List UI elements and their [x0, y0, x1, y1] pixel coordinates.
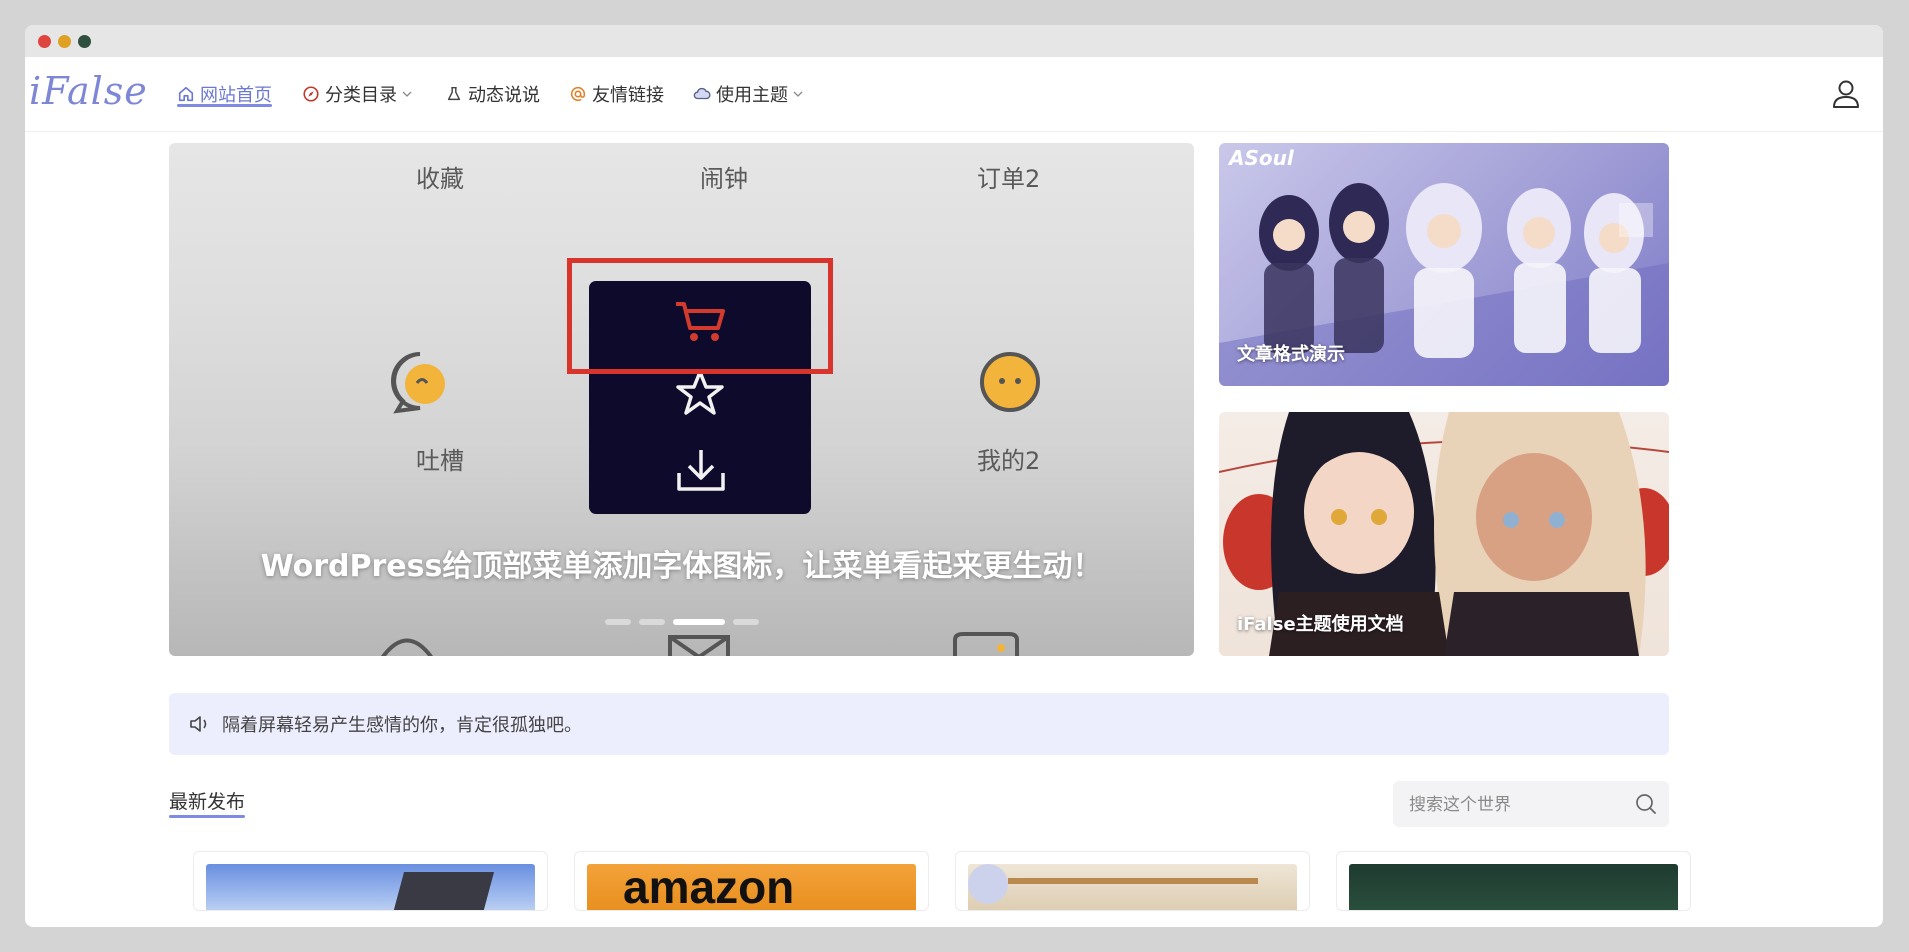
window-titlebar — [25, 25, 1883, 57]
side-card-caption: 文章格式演示 — [1237, 344, 1345, 365]
nav-item-label: 分类目录 — [325, 85, 397, 106]
post-thumbnail: amazon — [587, 864, 916, 911]
site-logo[interactable]: iFalse — [29, 69, 148, 113]
cloud-icon — [693, 87, 711, 100]
slide-label: 我的2 — [977, 447, 1041, 475]
user-icon[interactable] — [1831, 78, 1861, 110]
notice-bar: 隔着屏幕轻易产生感情的你，肯定很孤独吧。 — [169, 693, 1669, 755]
zoom-window-button[interactable] — [78, 35, 91, 48]
slide-title[interactable]: WordPress给顶部菜单添加字体图标，让菜单看起来更生动！ — [169, 541, 1194, 585]
slide-label: 订单2 — [977, 165, 1041, 193]
nav-item-label: 友情链接 — [592, 85, 664, 106]
slide-label: 收藏 — [416, 165, 464, 193]
featured-carousel[interactable]: 收藏 闹钟 订单2 吐槽 目录 我的2 WordPress给顶部菜单添加字体图标… — [169, 143, 1194, 656]
section-underline — [169, 815, 245, 818]
carousel-dot[interactable] — [732, 619, 759, 625]
nav-item-categories[interactable]: 分类目录 — [302, 57, 412, 131]
chevron-down-icon — [793, 91, 803, 97]
carousel-dot[interactable] — [604, 619, 631, 625]
post-card[interactable] — [193, 851, 548, 911]
amazon-logo-text: amazon — [623, 864, 795, 911]
highlight-box — [567, 258, 833, 374]
notice-text: 隔着屏幕轻易产生感情的你，肯定很孤独吧。 — [222, 715, 582, 736]
post-card[interactable] — [955, 851, 1310, 911]
post-thumbnail — [206, 864, 535, 910]
nav-item-label: 使用主题 — [716, 85, 788, 106]
post-card[interactable]: amazon — [574, 851, 929, 911]
side-card-theme-docs[interactable]: iFalse主题使用文档 — [1219, 412, 1669, 656]
minimize-window-button[interactable] — [58, 35, 71, 48]
speaker-icon — [190, 716, 207, 732]
search-box — [1393, 781, 1669, 829]
nav-item-links[interactable]: 友情链接 — [569, 57, 664, 131]
flask-icon — [447, 86, 461, 101]
nav-item-theme[interactable]: 使用主题 — [693, 57, 803, 131]
smiley-face-icon — [980, 352, 1040, 412]
side-card-format-demo[interactable]: ASoul 文章格式演示 — [1219, 143, 1669, 386]
download-icon — [677, 450, 725, 491]
carousel-dot[interactable] — [638, 619, 665, 625]
post-thumbnail — [1349, 864, 1678, 910]
top-navbar: iFalse 网站首页 分类目录 动态说说 友情链接 使用主题 — [25, 57, 1883, 132]
nav-item-moments[interactable]: 动态说说 — [445, 57, 540, 131]
search-icon[interactable] — [1635, 793, 1657, 815]
chevron-down-icon — [402, 91, 412, 97]
at-icon — [570, 86, 586, 101]
nav-item-label: 网站首页 — [200, 85, 272, 106]
slide-label: 闹钟 — [700, 165, 748, 193]
close-window-button[interactable] — [38, 35, 51, 48]
latest-posts-title[interactable]: 最新发布 — [169, 787, 245, 814]
chat-bubble-icon — [391, 352, 445, 414]
carousel-dot-active[interactable] — [672, 619, 725, 625]
post-card[interactable] — [1336, 851, 1691, 911]
svg-text:ASoul: ASoul — [1227, 146, 1295, 170]
post-thumbnail — [968, 864, 1297, 910]
slide-label: 吐槽 — [416, 447, 464, 475]
nav-item-home[interactable]: 网站首页 — [177, 57, 272, 131]
home-icon — [178, 86, 194, 102]
mail-icon — [668, 635, 730, 656]
message-icon — [953, 632, 1019, 656]
chat-bubble-icon — [381, 638, 433, 656]
compass-icon — [303, 86, 319, 102]
carousel-pagination — [169, 619, 1194, 625]
search-input[interactable] — [1407, 781, 1631, 829]
star-icon — [676, 370, 724, 415]
side-card-caption: iFalse主题使用文档 — [1237, 614, 1404, 635]
nav-item-label: 动态说说 — [468, 85, 540, 106]
